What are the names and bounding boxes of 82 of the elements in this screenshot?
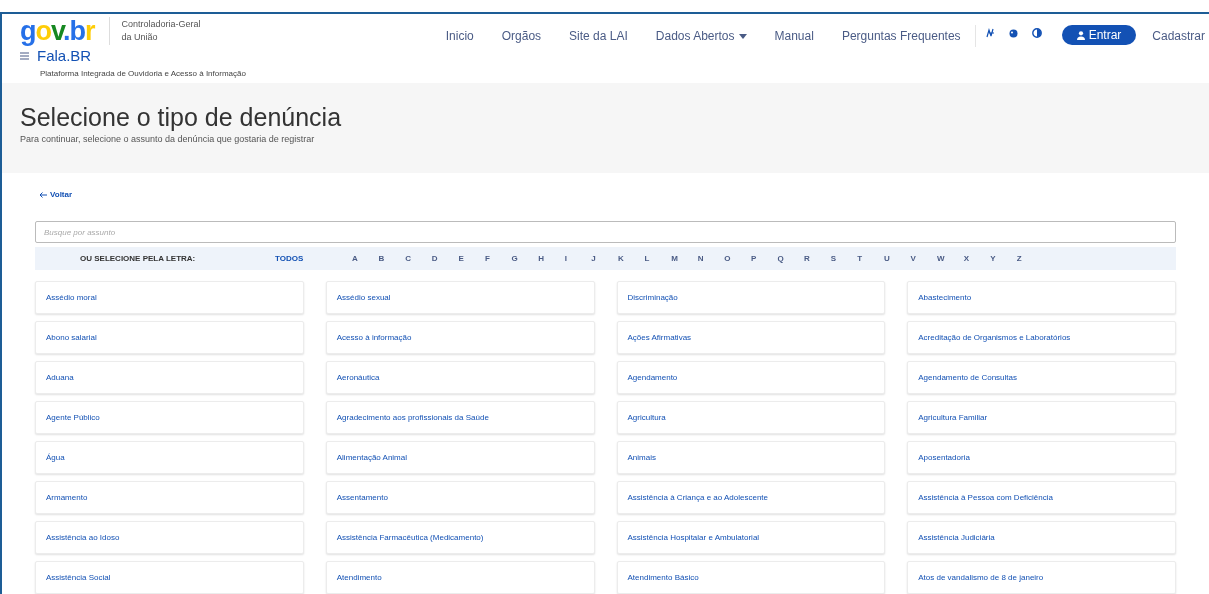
letter-link[interactable]: D bbox=[431, 252, 459, 265]
subject-card[interactable]: Abastecimento bbox=[907, 281, 1176, 314]
letter-link[interactable]: W bbox=[937, 252, 964, 265]
subject-card[interactable]: Assistência Hospitalar e Ambulatorial bbox=[616, 521, 886, 554]
letter-link[interactable]: I bbox=[564, 252, 592, 265]
subject-card[interactable]: Abono salarial bbox=[35, 321, 304, 354]
app-name: Fala.BR bbox=[37, 47, 92, 65]
letter-link[interactable]: X bbox=[963, 252, 991, 265]
letter-link[interactable]: G bbox=[511, 252, 539, 265]
subject-card[interactable]: Assentamento bbox=[325, 481, 595, 514]
arrow-left-icon bbox=[39, 192, 47, 198]
subject-card[interactable]: Agendamento bbox=[616, 361, 886, 394]
subject-card[interactable]: Ações Afirmativas bbox=[616, 321, 886, 354]
letter-link[interactable]: F bbox=[484, 252, 512, 265]
letter-link[interactable]: M bbox=[671, 252, 698, 265]
subject-card[interactable]: Alimentação Animal bbox=[325, 441, 595, 474]
subject-card[interactable]: Acesso à informação bbox=[325, 321, 595, 354]
subject-card[interactable]: Atendimento Básico bbox=[616, 561, 886, 594]
logo[interactable]: gov.br bbox=[20, 17, 110, 45]
letter-link[interactable]: N bbox=[697, 252, 725, 265]
subject-card[interactable]: Assistência Social bbox=[35, 561, 304, 594]
subject-card[interactable]: Agricultura Familiar bbox=[907, 401, 1176, 434]
subject-card[interactable]: Agricultura bbox=[616, 401, 886, 434]
letter-link[interactable]: R bbox=[804, 252, 831, 265]
subject-card[interactable]: Assédio moral bbox=[35, 281, 304, 314]
nav-dropdown[interactable]: Dados Abertos bbox=[655, 27, 747, 45]
nav-link[interactable]: Perguntas Frequentes bbox=[841, 27, 961, 45]
nav-link[interactable]: Site da LAI bbox=[569, 27, 628, 45]
letter-link[interactable]: O bbox=[724, 252, 751, 265]
login-button[interactable]: Entrar bbox=[1061, 25, 1137, 45]
all-letters-link[interactable]: TODOS bbox=[275, 252, 330, 265]
org-name: da União bbox=[121, 31, 159, 44]
org-name: Controladoria-Geral bbox=[121, 18, 201, 31]
letter-link[interactable]: V bbox=[910, 252, 938, 265]
back-link[interactable]: Voltar bbox=[39, 189, 73, 201]
letter-link[interactable]: K bbox=[617, 252, 645, 265]
nav-link[interactable]: Orgãos bbox=[501, 27, 542, 45]
letter-link[interactable]: Q bbox=[777, 252, 805, 265]
register-link[interactable]: Cadastrar bbox=[1152, 27, 1205, 45]
cookie-icon[interactable] bbox=[1008, 28, 1018, 38]
subject-card[interactable]: Discriminação bbox=[616, 281, 886, 314]
subject-card[interactable]: Assédio sexual bbox=[325, 281, 595, 314]
letter-link[interactable]: T bbox=[857, 252, 884, 265]
letter-link[interactable]: H bbox=[538, 252, 565, 265]
subject-card[interactable]: Agente Público bbox=[35, 401, 304, 434]
contrast-icon[interactable] bbox=[1031, 28, 1042, 38]
page-title: Selecione o tipo de denúncia bbox=[20, 102, 343, 131]
subject-card[interactable]: Água bbox=[35, 441, 304, 474]
subject-card[interactable]: Agradecimento aos profissionais da Saúde bbox=[325, 401, 595, 434]
nav-link[interactable]: Manual bbox=[774, 27, 814, 45]
letter-link[interactable]: J bbox=[591, 252, 618, 265]
subject-card[interactable]: Assistência à Pessoa com Deficiência bbox=[907, 481, 1176, 514]
app-subtitle: Plataforma Integrada de Ouvidoria e Acesso à Informação bbox=[40, 68, 246, 80]
subject-card[interactable]: Assistência ao Idoso bbox=[35, 521, 304, 554]
letter-link[interactable]: S bbox=[830, 252, 858, 265]
subject-card[interactable]: Aeronáutica bbox=[325, 361, 595, 394]
letter-link[interactable]: L bbox=[644, 252, 672, 265]
letter-link[interactable]: A bbox=[352, 252, 379, 265]
letter-link[interactable]: Y bbox=[990, 252, 1017, 265]
subject-card[interactable]: Acreditação de Organismos e Laboratórios bbox=[907, 321, 1176, 354]
subject-card[interactable]: Armamento bbox=[35, 481, 304, 514]
subject-card[interactable]: Assistência Judiciária bbox=[907, 521, 1176, 554]
subject-card[interactable]: Animais bbox=[616, 441, 886, 474]
letter-link[interactable]: P bbox=[750, 252, 778, 265]
search-field[interactable]: Busque por assunto bbox=[35, 221, 1176, 243]
page-subtitle: Para continuar, selecione o assunto da denúncia que gostaria de registrar bbox=[20, 132, 316, 146]
letter-link[interactable]: E bbox=[458, 252, 485, 265]
subject-card[interactable]: Aduana bbox=[35, 361, 304, 394]
letter-bar-label: OU SELECIONE PELA LETRA: bbox=[80, 252, 197, 265]
subject-card[interactable]: Agendamento de Consultas bbox=[907, 361, 1176, 394]
subject-card[interactable]: Atos de vandalismo de 8 de janeiro bbox=[907, 561, 1176, 594]
nav-link[interactable]: Inicio bbox=[445, 27, 474, 45]
subject-card[interactable]: Aposentadoria bbox=[907, 441, 1176, 474]
letter-link[interactable]: U bbox=[883, 252, 911, 265]
letter-link[interactable]: C bbox=[405, 252, 432, 265]
subject-card[interactable]: Atendimento bbox=[325, 561, 595, 594]
subject-card[interactable]: Assistência à Criança e ao Adolescente bbox=[616, 481, 886, 514]
letter-link[interactable]: B bbox=[378, 252, 406, 265]
caret-icon bbox=[738, 33, 747, 39]
letter-link[interactable]: Z bbox=[1016, 252, 1044, 265]
user-icon bbox=[1076, 30, 1085, 40]
subject-card[interactable]: Assistência Farmacêutica (Medicamento) bbox=[325, 521, 595, 554]
